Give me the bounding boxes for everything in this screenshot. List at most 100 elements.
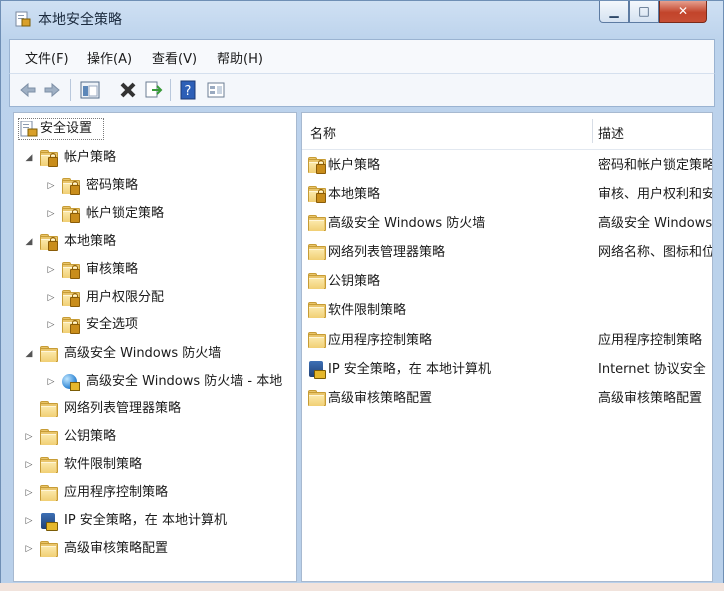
folder-lock-icon: [308, 157, 326, 174]
menu-help[interactable]: 帮助(H): [217, 48, 263, 67]
svg-text:?: ?: [185, 84, 192, 99]
details-pane[interactable]: 名称 描述 帐户策略 密码和帐户锁定策略 本地策略 审核、用户权利和安全 高级安…: [301, 112, 713, 582]
column-header-name[interactable]: 名称: [310, 123, 336, 142]
menu-bar: 文件(F) 操作(A) 查看(V) 帮助(H): [9, 39, 715, 73]
column-header-description[interactable]: 描述: [598, 123, 624, 142]
help-icon[interactable]: ?: [178, 80, 198, 100]
local-security-policy-icon: [15, 11, 31, 27]
collapsed-arrow-icon[interactable]: ▷: [46, 370, 56, 394]
collapsed-arrow-icon[interactable]: ▷: [24, 453, 34, 477]
minimize-button[interactable]: ▁: [599, 1, 629, 23]
tree-item-label: 用户权限分配: [86, 290, 165, 305]
list-item[interactable]: 帐户策略 密码和帐户锁定策略: [302, 151, 712, 180]
show-hide-tree-icon[interactable]: [80, 80, 100, 100]
folder-lock-icon: [40, 150, 58, 167]
tree-item-label: 高级安全 Windows 防火墙 - 本地: [86, 374, 283, 389]
collapsed-arrow-icon[interactable]: ▷: [24, 425, 34, 449]
folder-icon: [308, 273, 326, 289]
title-bar[interactable]: 本地安全策略 ▁ □ ✕: [1, 1, 723, 37]
tree-item-label: 本地策略: [64, 234, 117, 249]
folder-icon: [40, 346, 58, 362]
column-header-row: 名称 描述: [302, 113, 712, 150]
list-item-name: 帐户策略: [328, 158, 381, 173]
folder-lock-icon: [62, 317, 80, 334]
expanded-arrow-icon[interactable]: ◢: [24, 342, 34, 366]
toolbar-separator: [170, 79, 171, 101]
folder-icon: [40, 541, 58, 557]
folder-lock-icon: [40, 234, 58, 251]
security-settings-icon: [20, 120, 38, 137]
export-list-icon[interactable]: [143, 80, 163, 100]
folder-icon: [308, 215, 326, 231]
collapsed-arrow-icon[interactable]: ▷: [46, 313, 56, 337]
ip-security-icon: [308, 361, 326, 379]
list-item-name: 公钥策略: [328, 274, 381, 289]
ip-security-icon: [40, 513, 58, 531]
tree-item-label: IP 安全策略，在 本地计算机: [64, 513, 227, 528]
tree-item-label: 软件限制策略: [64, 457, 143, 472]
folder-icon: [308, 332, 326, 348]
collapsed-arrow-icon[interactable]: ▷: [46, 286, 56, 310]
list-item-name: 网络列表管理器策略: [328, 245, 446, 260]
list-item-name: 本地策略: [328, 187, 381, 202]
folder-icon: [308, 390, 326, 406]
menu-file[interactable]: 文件(F): [25, 48, 69, 67]
toolbar: ?: [9, 73, 715, 107]
list-item[interactable]: 公钥策略: [302, 267, 712, 296]
list-item[interactable]: 应用程序控制策略 应用程序控制策略: [302, 326, 712, 355]
list-item-description: 网络名称、图标和位置: [598, 245, 712, 260]
forward-icon[interactable]: [42, 80, 62, 100]
list-item-description: Internet 协议安全: [598, 362, 706, 377]
close-button[interactable]: ✕: [659, 1, 707, 23]
maximize-button[interactable]: □: [629, 1, 659, 23]
collapsed-arrow-icon[interactable]: ▷: [46, 258, 56, 282]
list-item[interactable]: 高级审核策略配置 高级审核策略配置: [302, 384, 712, 413]
window-title: 本地安全策略: [38, 12, 122, 28]
bottom-strip: [0, 583, 724, 591]
main-window: 本地安全策略 ▁ □ ✕ 文件(F) 操作(A) 查看(V) 帮助(H) ? 安…: [0, 0, 724, 591]
tree-pane[interactable]: 安全设置 ◢ 帐户策略 ▷ 密码策略 ▷ 帐户锁定策略 ◢ 本地策略 ▷ 审核策…: [13, 112, 297, 582]
toolbar-separator: [70, 79, 71, 101]
tree-item-label: 高级审核策略配置: [64, 541, 169, 556]
folder-lock-icon: [62, 178, 80, 195]
tree-item-label: 密码策略: [86, 178, 139, 193]
folder-icon: [40, 457, 58, 473]
folder-icon: [308, 302, 326, 318]
folder-lock-icon: [62, 262, 80, 279]
list-item-name: 软件限制策略: [328, 303, 407, 318]
menu-action[interactable]: 操作(A): [87, 48, 132, 67]
tree-item-label: 安全选项: [86, 317, 139, 332]
folder-lock-icon: [308, 186, 326, 203]
list-item[interactable]: IP 安全策略，在 本地计算机 Internet 协议安全: [302, 355, 712, 384]
properties-icon[interactable]: [206, 80, 226, 100]
list-item[interactable]: 本地策略 审核、用户权利和安全: [302, 180, 712, 209]
expanded-arrow-icon[interactable]: ◢: [24, 230, 34, 254]
collapsed-arrow-icon[interactable]: ▷: [46, 202, 56, 226]
list-item-description: 密码和帐户锁定策略: [598, 158, 712, 173]
list-item-name: 应用程序控制策略: [328, 333, 433, 348]
tree-item-label: 帐户锁定策略: [86, 206, 165, 221]
tree-item-label: 帐户策略: [64, 150, 117, 165]
list-item[interactable]: 高级安全 Windows 防火墙 高级安全 Windows: [302, 209, 712, 238]
tree-item-label: 审核策略: [86, 262, 139, 277]
menu-view[interactable]: 查看(V): [152, 48, 197, 67]
back-icon[interactable]: [18, 80, 38, 100]
collapsed-arrow-icon[interactable]: ▷: [24, 509, 34, 533]
list-item[interactable]: 网络列表管理器策略 网络名称、图标和位置: [302, 238, 712, 267]
folder-icon: [40, 401, 58, 417]
list-item-name: IP 安全策略，在 本地计算机: [328, 362, 491, 377]
tree-item-label: 安全设置: [40, 121, 93, 136]
firewall-globe-icon: [62, 374, 80, 391]
collapsed-arrow-icon[interactable]: ▷: [24, 481, 34, 505]
folder-icon: [40, 429, 58, 445]
list-item-name: 高级安全 Windows 防火墙: [328, 216, 486, 231]
collapsed-arrow-icon[interactable]: ▷: [46, 174, 56, 198]
list-item-description: 应用程序控制策略: [598, 333, 703, 348]
tree-item-label: 高级安全 Windows 防火墙: [64, 346, 222, 361]
collapsed-arrow-icon[interactable]: ▷: [24, 537, 34, 561]
column-divider[interactable]: [592, 119, 593, 143]
delete-icon[interactable]: [118, 80, 138, 100]
expanded-arrow-icon[interactable]: ◢: [24, 146, 34, 170]
list-item-description: 高级审核策略配置: [598, 391, 703, 406]
list-item[interactable]: 软件限制策略: [302, 296, 712, 325]
